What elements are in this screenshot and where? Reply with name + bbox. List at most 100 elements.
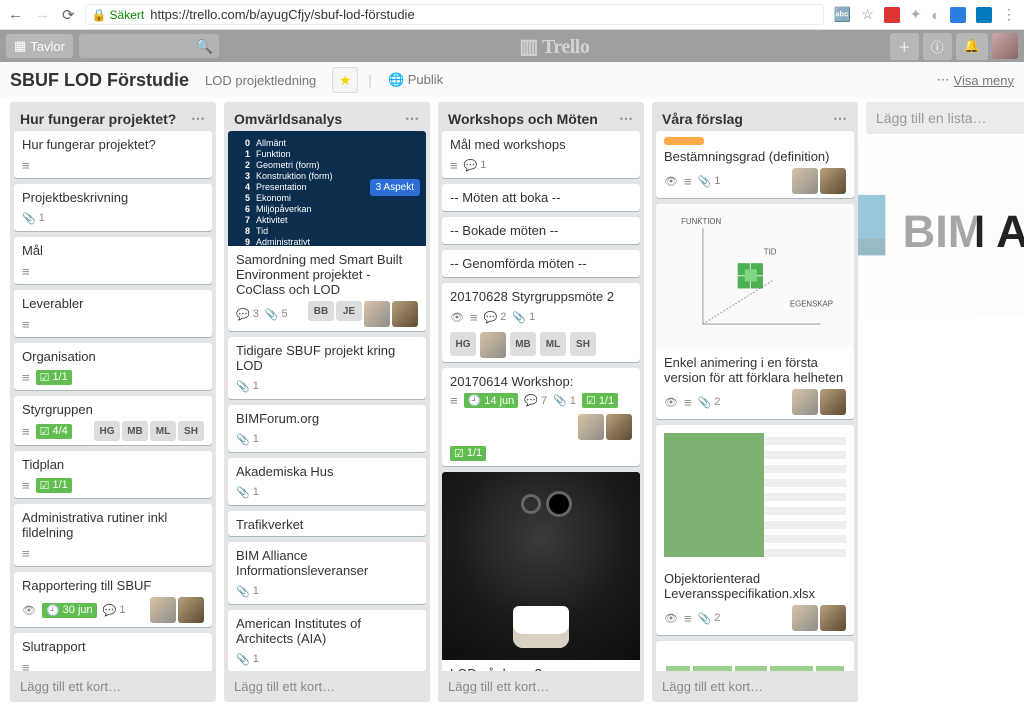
board-visibility[interactable]: 🌐 Publik (382, 68, 449, 92)
member-chip[interactable]: BB (308, 301, 334, 321)
member-avatar[interactable] (820, 605, 846, 631)
member-avatar[interactable] (606, 414, 632, 440)
card[interactable]: LOD på denna? 1 (442, 472, 640, 671)
member-chip[interactable]: ML (150, 421, 176, 441)
description-icon (22, 317, 30, 332)
card[interactable]: BIM Alliance Informationsleveranser 1 (228, 542, 426, 604)
board-canvas[interactable]: Hur fungerar projektet?⋯Hur fungerar pro… (0, 98, 1024, 710)
add-card-button[interactable]: Lägg till ett kort… (438, 671, 644, 702)
card[interactable]: Trafikverket (228, 511, 426, 536)
member-chip[interactable]: SH (570, 332, 596, 356)
list-menu-icon[interactable]: ⋯ (191, 110, 206, 127)
card[interactable]: FUNKTIONTIDEGENSKAPEnkel animering i en … (656, 204, 854, 419)
ext-icon-grey[interactable]: ✦ (910, 6, 922, 23)
board-team[interactable]: LOD projektledning (199, 69, 322, 92)
card-badges: 1/1 (22, 476, 204, 494)
list-header[interactable]: Workshops och Möten ⋯ (438, 102, 644, 131)
search-input[interactable]: 🔍 (79, 34, 219, 58)
card[interactable]: Organisation 1/1 (14, 343, 212, 390)
reload-icon[interactable]: ⟳ (62, 6, 75, 24)
card[interactable]: Styrgruppen 4/4HGMBMLSH (14, 396, 212, 445)
member-avatar[interactable] (792, 389, 818, 415)
add-list-button[interactable]: Lägg till en lista… (866, 102, 1024, 134)
member-avatar[interactable] (792, 168, 818, 194)
checklist-badge: 1/1 (582, 393, 618, 408)
add-card-button[interactable]: Lägg till ett kort… (224, 671, 430, 702)
card-badges: 1 (22, 209, 204, 227)
card[interactable]: Akademiska Hus 1 (228, 458, 426, 505)
card-title: Samordning med Smart Built Environment p… (236, 252, 418, 297)
list-header[interactable]: Omvärldsanalys⋯ (224, 102, 430, 131)
star-icon[interactable]: ☆ (861, 6, 874, 23)
notifications-button[interactable]: 🔔 (956, 33, 988, 60)
browser-menu-icon[interactable]: ⋮ (1002, 6, 1016, 23)
ellipsis-icon: ⋯ (937, 72, 950, 88)
member-chip[interactable]: ML (540, 332, 566, 356)
card[interactable]: Hur fungerar projektet? (14, 131, 212, 178)
card[interactable]: Bestämningsgrad (definition) 1 (656, 131, 854, 198)
card[interactable]: Projektbeskrivning 1 (14, 184, 212, 231)
card[interactable]: BIMForum.org 1 (228, 405, 426, 452)
member-chip[interactable]: MB (122, 421, 148, 441)
card[interactable]: Leverabler (14, 290, 212, 337)
url-bar[interactable]: 🔒 Säkert https://trello.com/b/ayugCfjy/s… (85, 4, 824, 25)
member-avatar[interactable] (578, 414, 604, 440)
list-menu-icon[interactable]: ⋯ (619, 110, 634, 127)
member-avatar[interactable] (820, 168, 846, 194)
trello-logo[interactable]: ▥ Trello (225, 34, 884, 59)
card[interactable]: Slutrapport (14, 633, 212, 671)
card[interactable]: Objektorienterad Leveransspecifikation.x… (656, 425, 854, 635)
member-chip[interactable]: HG (94, 421, 120, 441)
card[interactable]: 20170614 Workshop: 14 jun 7 1 1/1 1/1 (442, 368, 640, 466)
ext-icon-red[interactable] (884, 7, 900, 23)
member-chip[interactable]: HG (450, 332, 476, 356)
add-card-button[interactable]: Lägg till ett kort… (10, 671, 216, 702)
separator-card[interactable]: -- Bokade möten -- (442, 217, 640, 244)
card[interactable]: 0Allmänt1Funktion2Geometri (form)3Konstr… (228, 131, 426, 331)
member-avatar[interactable] (820, 389, 846, 415)
boards-button[interactable]: ▦ Tavlor (6, 34, 73, 58)
card[interactable] (656, 641, 854, 671)
trello-logo-icon: ▥ (519, 36, 542, 58)
member-chip[interactable]: SH (178, 421, 204, 441)
card[interactable]: Tidplan 1/1 (14, 451, 212, 498)
board-title[interactable]: SBUF LOD Förstudie (10, 70, 189, 91)
list-cards: Hur fungerar projektet? Projektbeskrivnin… (10, 131, 216, 671)
card[interactable]: Rapportering till SBUF 30 jun 1 (14, 572, 212, 627)
card[interactable]: Mål (14, 237, 212, 284)
list-menu-icon[interactable]: ⋯ (833, 110, 848, 127)
separator-card[interactable]: -- Genomförda möten -- (442, 250, 640, 277)
checklist-badge: 1/1 (36, 370, 72, 385)
ext-icon-grey2[interactable]: ◐ (932, 7, 940, 23)
ext-icon-trello[interactable] (976, 7, 992, 23)
list-title: Workshops och Möten (448, 111, 598, 127)
member-avatar[interactable] (392, 301, 418, 327)
member-avatar[interactable] (792, 605, 818, 631)
member-avatar[interactable] (150, 597, 176, 623)
ext-icon-blue[interactable] (950, 7, 966, 23)
member-avatar[interactable] (178, 597, 204, 623)
list-header[interactable]: Våra förslag⋯ (652, 102, 858, 131)
card[interactable]: Administrativa rutiner inkl fildelning (14, 504, 212, 566)
separator-card[interactable]: -- Möten att boka -- (442, 184, 640, 211)
comment-icon (524, 394, 538, 407)
list-header[interactable]: Hur fungerar projektet?⋯ (10, 102, 216, 131)
member-chip[interactable]: MB (510, 332, 536, 356)
create-button[interactable]: ＋ (890, 33, 919, 60)
add-card-button[interactable]: Lägg till ett kort… (652, 671, 858, 702)
member-avatar[interactable] (480, 332, 506, 358)
star-board-button[interactable]: ★ (332, 67, 358, 93)
show-menu-button[interactable]: ⋯ Visa meny (937, 72, 1014, 88)
card[interactable]: American Institutes of Architects (AIA) … (228, 610, 426, 671)
card[interactable]: Mål med workshops 1 (442, 131, 640, 178)
member-chip[interactable]: JE (336, 301, 362, 321)
member-avatar[interactable] (364, 301, 390, 327)
user-avatar[interactable] (992, 33, 1018, 59)
card[interactable]: 20170628 Styrgruppsmöte 2 2 1HGMBMLSH (442, 283, 640, 362)
card[interactable]: Tidigare SBUF projekt kring LOD 1 (228, 337, 426, 399)
translate-icon[interactable]: 🔤 (834, 6, 851, 23)
info-button[interactable]: ⓘ (923, 33, 952, 60)
back-icon[interactable]: ← (8, 6, 23, 24)
forward-icon[interactable]: → (35, 6, 50, 24)
list-menu-icon[interactable]: ⋯ (405, 110, 420, 127)
